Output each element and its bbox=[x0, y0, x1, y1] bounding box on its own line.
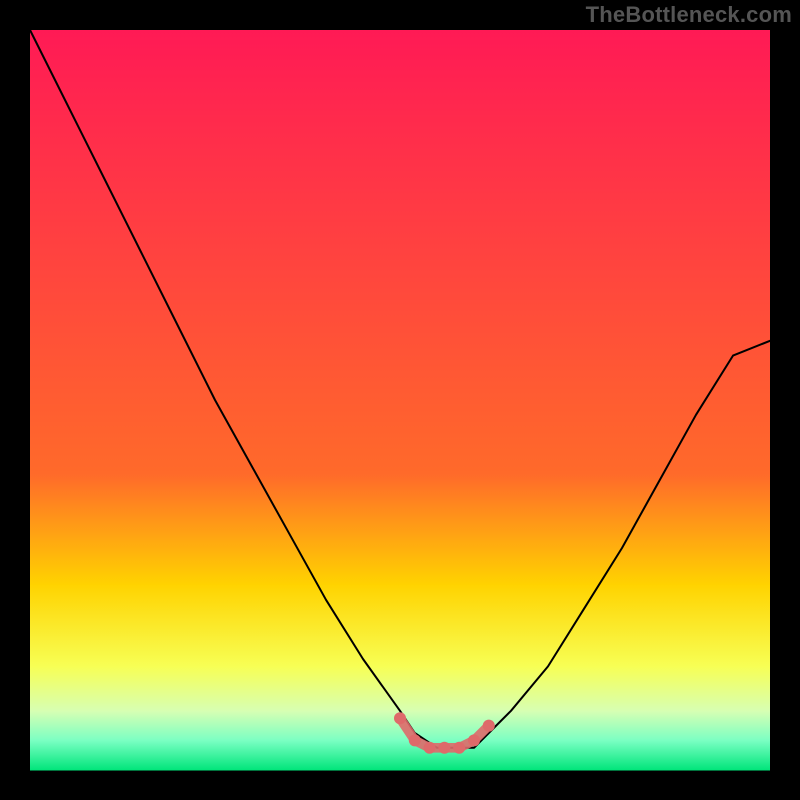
marker-dot bbox=[453, 742, 465, 754]
chart-svg bbox=[0, 0, 800, 800]
marker-dot bbox=[394, 712, 406, 724]
gradient-band bbox=[30, 474, 770, 586]
chart-container: TheBottleneck.com bbox=[0, 0, 800, 800]
marker-dot bbox=[438, 742, 450, 754]
gradient-band bbox=[30, 740, 770, 770]
marker-dot bbox=[409, 734, 421, 746]
marker-dot bbox=[424, 742, 436, 754]
gradient-band bbox=[30, 666, 770, 711]
marker-dot bbox=[468, 734, 480, 746]
marker-dot bbox=[483, 720, 495, 732]
gradient-band bbox=[30, 585, 770, 667]
watermark-text: TheBottleneck.com bbox=[586, 2, 792, 28]
